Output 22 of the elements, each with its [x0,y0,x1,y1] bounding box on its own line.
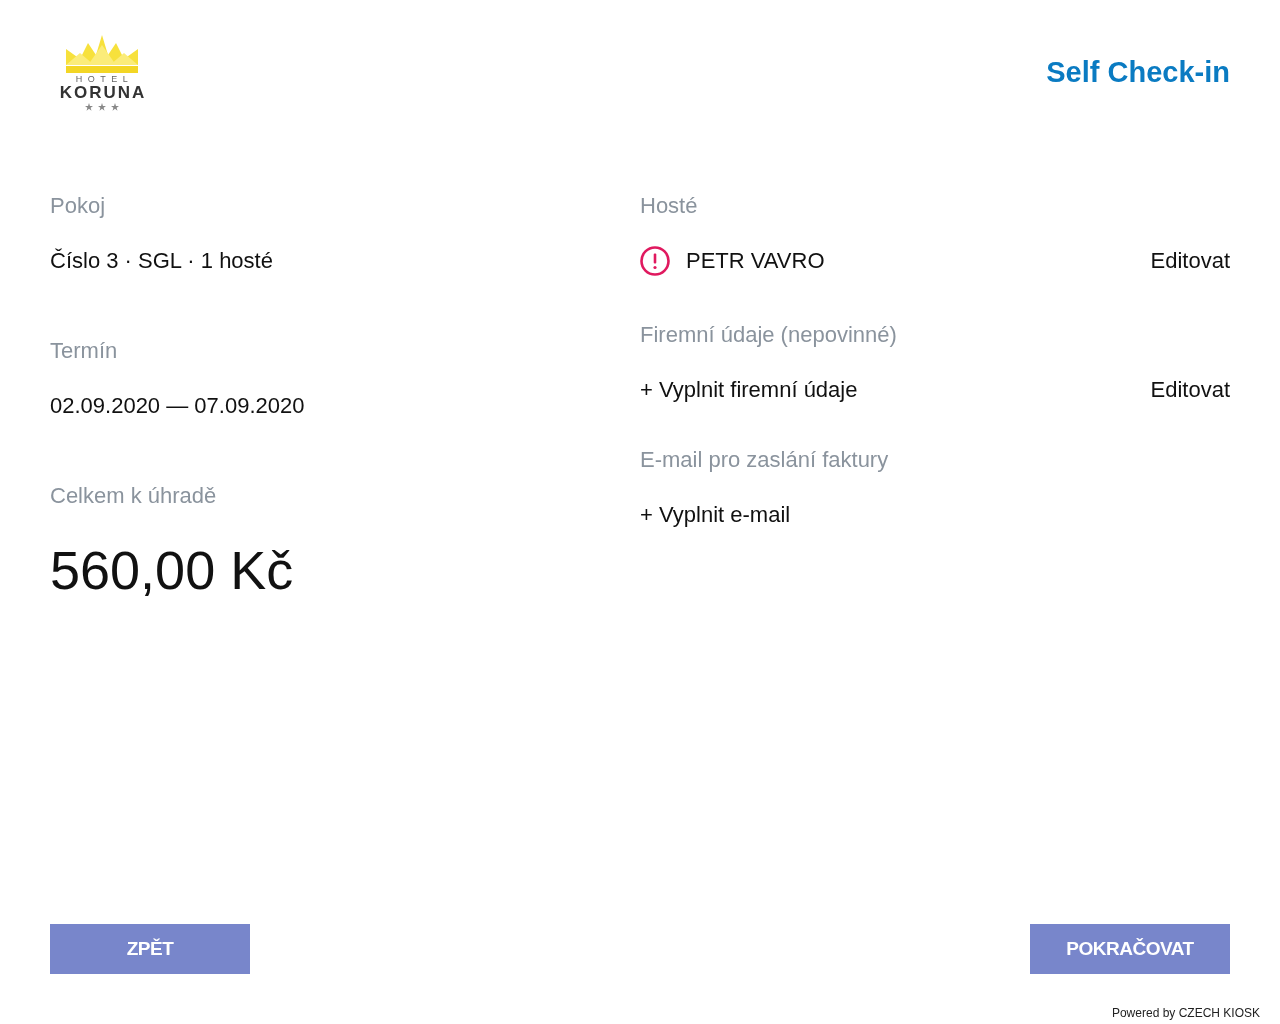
field-value: 02.09.2020 — 07.09.2020 [50,392,305,420]
star-icon [98,103,106,111]
field-label: Termín [50,337,118,365]
powered-by-text: Powered by CZECH KIOSK [1111,1006,1260,1020]
edit-link[interactable]: Editovat [1150,246,1230,276]
logo-name: KORUNA [58,84,147,102]
crown-icon [66,35,138,73]
fill-company-link[interactable]: + Vyplnit firemní údaje [640,375,858,405]
page-title: Self Check-in [1046,55,1230,89]
field-label: Celkem k úhradě [50,482,217,510]
section-label: E-mail pro zaslání faktury [640,446,889,474]
guest-name: PETR VAVRO [686,247,825,275]
field-label: Pokoj [50,192,106,220]
star-icon [85,103,93,111]
total-amount: 560,00 Kč [50,540,294,600]
section-label: Hosté [640,192,698,220]
star-icon [111,103,119,111]
fill-email-link[interactable]: + Vyplnit e-mail [640,500,791,530]
section-label: Firemní údaje (nepovinné) [640,321,897,349]
logo-hotel-text: HOTEL [74,74,134,84]
edit-link[interactable]: Editovat [1150,375,1230,405]
field-value: Číslo 3 · SGL · 1 hosté [50,247,273,275]
